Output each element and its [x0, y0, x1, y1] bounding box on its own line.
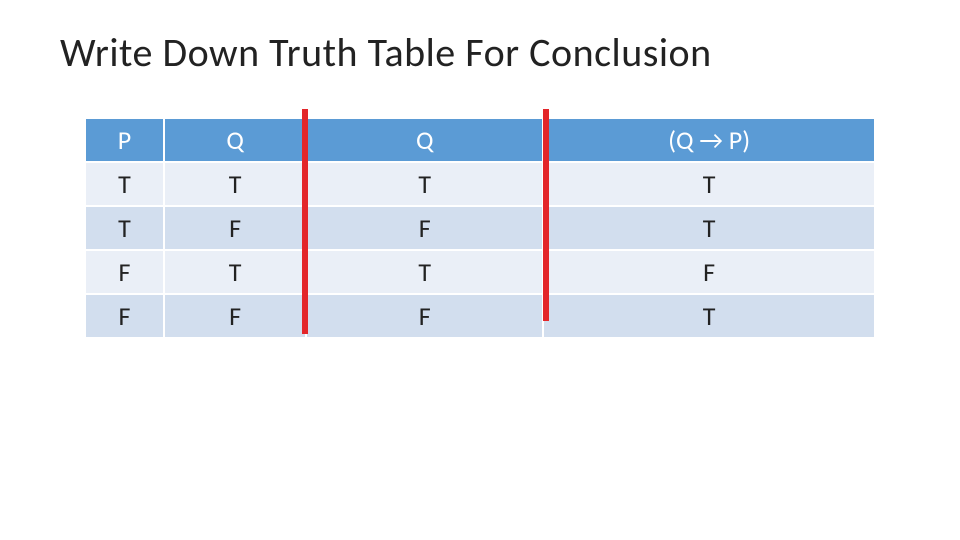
table-row: F T T F — [85, 250, 875, 294]
cell: T — [85, 162, 164, 206]
cell: T — [543, 206, 875, 250]
vertical-divider-icon — [302, 109, 308, 334]
cell: F — [306, 294, 543, 338]
cell: T — [306, 250, 543, 294]
cell: T — [164, 162, 306, 206]
cell: T — [306, 162, 543, 206]
cell: T — [164, 250, 306, 294]
col-header: Q — [164, 118, 306, 162]
table-row: F F F T — [85, 294, 875, 338]
cell: T — [85, 206, 164, 250]
cell: F — [85, 294, 164, 338]
col-header: (Q → P) — [543, 118, 875, 162]
cell: T — [543, 294, 875, 338]
truth-table: P Q Q (Q → P) T T T T T F F T — [84, 117, 876, 339]
table-row: P Q Q (Q → P) — [85, 118, 875, 162]
col-header: Q — [306, 118, 543, 162]
cell: F — [164, 294, 306, 338]
vertical-divider-icon — [543, 109, 549, 321]
page-title: Write Down Truth Table For Conclusion — [60, 28, 960, 77]
col-header: P — [85, 118, 164, 162]
slide: Write Down Truth Table For Conclusion P … — [0, 0, 960, 540]
cell: F — [164, 206, 306, 250]
table-row: T T T T — [85, 162, 875, 206]
cell: F — [306, 206, 543, 250]
truth-table-container: P Q Q (Q → P) T T T T T F F T — [84, 117, 876, 339]
cell: F — [85, 250, 164, 294]
cell: T — [543, 162, 875, 206]
table-row: T F F T — [85, 206, 875, 250]
cell: F — [543, 250, 875, 294]
